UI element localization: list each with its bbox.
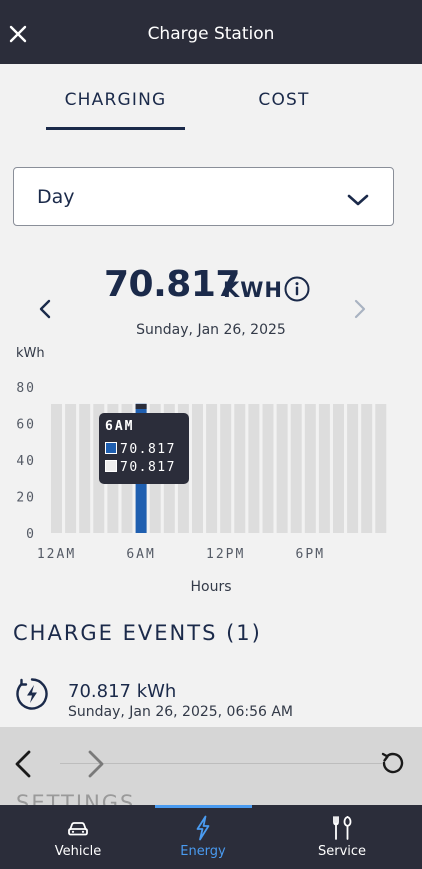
x-tick-label: 12AM	[37, 547, 76, 562]
tooltip-title: 6AM	[105, 419, 135, 434]
hour-bar-background	[220, 404, 232, 533]
car-icon	[68, 822, 88, 836]
hour-bar-background	[276, 404, 288, 533]
hour-bar-background	[65, 404, 77, 533]
tooltip-row-delivered: 70.817	[105, 442, 176, 457]
y-tick-label: 80	[16, 381, 36, 396]
hour-bar-background	[234, 404, 246, 533]
tooltip-value: 70.817	[120, 460, 176, 475]
chevron-down-icon	[347, 194, 369, 206]
hour-bar-background	[51, 404, 62, 533]
total-energy-value: 70.817	[104, 264, 240, 305]
nav-item-vehicle[interactable]: Vehicle	[8, 805, 148, 869]
browser-control-bar: SETTINGS	[0, 727, 422, 805]
nav-item-service[interactable]: Service	[272, 805, 412, 869]
info-icon[interactable]	[284, 276, 310, 302]
y-tick-label: 40	[16, 454, 36, 469]
charge-events-heading: CHARGE EVENTS (1)	[13, 621, 262, 645]
hour-bar-background	[361, 404, 373, 533]
active-tab-indicator	[46, 127, 185, 130]
hour-bar-background	[206, 404, 218, 533]
tab-cost[interactable]: COST	[226, 90, 342, 110]
settings-heading-peek: SETTINGS	[16, 791, 136, 805]
nav-item-energy[interactable]: Energy	[133, 805, 273, 869]
hourly-energy-chart: 0 20 40 60 80 12AM 6AM 12PM 6PM	[16, 381, 387, 562]
chevron-right-icon[interactable]	[351, 297, 369, 321]
selected-bar-cap	[135, 404, 147, 409]
total-energy-unit: KWH	[223, 278, 284, 302]
reload-icon[interactable]	[380, 750, 406, 776]
event-energy-value[interactable]: 70.817 kWh	[68, 681, 176, 702]
page-title: Charge Station	[147, 24, 275, 44]
nav-label: Service	[317, 844, 367, 859]
hour-bar-background	[333, 404, 344, 533]
x-tick-label: 6AM	[126, 547, 155, 562]
tab-charging[interactable]: CHARGING	[46, 90, 185, 110]
chevron-left-icon[interactable]	[36, 297, 54, 321]
y-axis-unit-label: kWh	[16, 346, 45, 361]
hour-bar-background	[192, 404, 203, 533]
divider	[60, 763, 382, 764]
y-tick-label: 60	[16, 418, 36, 433]
hour-bar-background	[318, 404, 330, 533]
chart-tooltip: 6AM 70.817 70.817	[99, 413, 189, 484]
top-bar: Charge Station	[0, 0, 422, 64]
bottom-navigation: Vehicle Energy Service	[0, 805, 422, 869]
charging-bolt-icon	[16, 678, 48, 710]
y-tick-label: 20	[16, 491, 36, 506]
nav-label: Energy	[180, 844, 226, 859]
hour-bar-background	[262, 404, 274, 533]
legend-swatch-light	[105, 460, 117, 472]
tools-icon	[333, 816, 352, 840]
back-arrow-icon[interactable]	[12, 749, 34, 779]
hour-bar-background	[304, 404, 316, 533]
lightning-icon	[196, 815, 210, 841]
hour-bar-background	[79, 404, 91, 533]
x-tick-label: 12PM	[206, 547, 245, 562]
tooltip-value: 70.817	[120, 442, 176, 457]
hour-bar-background	[375, 404, 387, 533]
x-tick-label: 6PM	[296, 547, 325, 562]
nav-label: Vehicle	[54, 844, 102, 859]
hour-bar-background	[248, 404, 260, 533]
hour-bar-background	[290, 404, 302, 533]
legend-swatch-blue	[105, 442, 117, 454]
period-select[interactable]: Day	[13, 167, 394, 226]
forward-arrow-icon[interactable]	[85, 749, 107, 779]
tooltip-row-total: 70.817	[105, 460, 176, 475]
y-tick-label: 0	[26, 527, 36, 542]
event-date: Sunday, Jan 26, 2025, 06:56 AM	[68, 704, 294, 720]
hour-bar-background	[347, 404, 359, 533]
charge-station-screen: Charge Station CHARGING COST Day 70.817 …	[0, 0, 422, 869]
period-select-value: Day	[37, 186, 75, 208]
x-axis-label: Hours	[190, 579, 232, 595]
selected-date: Sunday, Jan 26, 2025	[136, 322, 286, 338]
